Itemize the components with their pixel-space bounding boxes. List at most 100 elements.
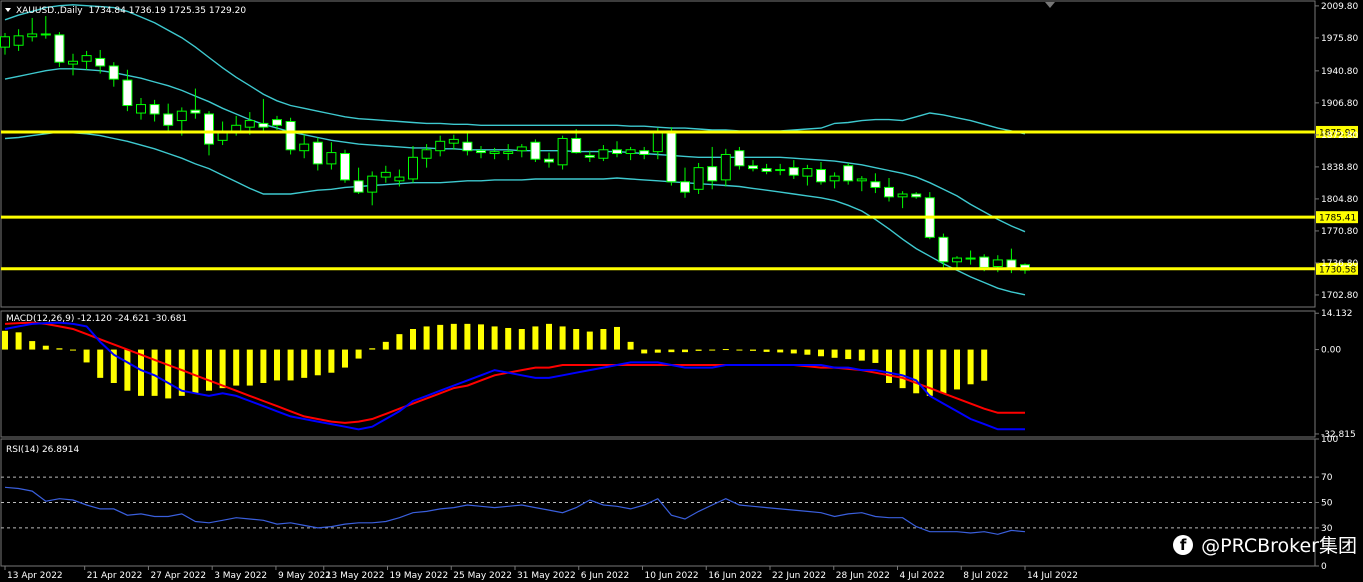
candle <box>557 135 568 170</box>
price-tick-label: 1940.80 <box>1321 67 1358 77</box>
symbol-label: XAUUSD.,Daily <box>16 6 83 16</box>
macd-histogram-bar <box>614 326 620 350</box>
macd-histogram-bar <box>709 349 716 351</box>
candle <box>816 162 826 185</box>
candle-body <box>938 236 949 263</box>
candle-body <box>911 193 922 198</box>
macd-histogram-bar <box>206 349 212 391</box>
macd-histogram-bar <box>559 326 566 350</box>
candle <box>462 132 473 156</box>
watermark-text: @PRCBroker集团 <box>1201 535 1357 557</box>
candle-body <box>27 33 38 38</box>
candle-body <box>149 104 160 115</box>
candle <box>340 149 350 183</box>
macd-histogram-bar <box>97 349 104 378</box>
candle <box>312 137 323 171</box>
candle-body <box>122 79 133 107</box>
candle <box>503 144 514 161</box>
candle-body <box>992 259 1003 268</box>
candle <box>843 162 854 185</box>
time-tick-label: 9 May 2022 <box>278 571 331 581</box>
macd-histogram-bar <box>573 329 580 350</box>
macd-histogram-bar <box>70 349 76 351</box>
ohlc-values: 1734.84 1736.19 1725.35 1729.20 <box>89 6 247 16</box>
candle <box>258 98 269 132</box>
macd-histogram-bar <box>586 331 593 350</box>
candle <box>952 256 962 268</box>
macd-histogram-bar <box>695 349 702 351</box>
macd-histogram-bar <box>532 326 539 350</box>
candle <box>965 250 976 265</box>
rsi-series-line <box>4 486 1026 535</box>
chart-shift-triangle-icon[interactable] <box>1045 2 1055 8</box>
candle <box>448 134 459 150</box>
macd-histogram-bar <box>913 349 920 394</box>
macd-histogram-bar <box>831 349 838 358</box>
macd-axis: 14.1320.00-32.815 <box>1315 309 1356 440</box>
candle-body <box>0 36 10 48</box>
candle <box>299 134 310 159</box>
candle <box>27 17 38 42</box>
candle-body <box>802 168 813 177</box>
candle-body <box>856 178 867 182</box>
macd-label: MACD(12,26,9) -12.120 -24.621 -30.681 <box>6 314 187 324</box>
macd-histogram-bar <box>736 349 743 351</box>
candle <box>285 117 296 155</box>
candle-body <box>285 121 296 151</box>
candle <box>544 152 554 168</box>
candle <box>190 88 201 119</box>
candle <box>897 191 908 209</box>
time-tick-label: 3 May 2022 <box>214 571 267 581</box>
candle-body <box>625 149 636 155</box>
time-tick-label: 4 Jul 2022 <box>900 571 945 581</box>
macd-histogram-bar <box>382 341 389 350</box>
chart-menu-triangle-icon[interactable] <box>5 8 11 12</box>
candle <box>761 163 772 175</box>
candle-body <box>81 55 92 62</box>
macd-histogram-bar <box>981 349 988 381</box>
candle <box>584 150 595 163</box>
candle <box>408 145 418 183</box>
macd-histogram-bar <box>328 349 335 373</box>
candle-body <box>136 104 146 114</box>
price-panel: 1875.921785.411730.58 2009.80 1975.80 1940… <box>0 0 1358 308</box>
candle-body <box>897 193 908 198</box>
candle <box>149 99 160 122</box>
candle <box>0 33 10 55</box>
candle-body <box>163 113 174 126</box>
candle <box>707 146 718 190</box>
macd-histogram-bar <box>750 349 756 351</box>
candle-body <box>503 151 514 155</box>
rsi-line <box>4 486 1026 535</box>
candle-body <box>884 186 894 198</box>
candle <box>476 145 486 159</box>
candle-body <box>571 137 582 154</box>
candle <box>639 146 650 160</box>
candle <box>530 139 541 163</box>
macd-histogram <box>2 323 988 399</box>
candle <box>68 53 78 76</box>
price-tick-label: 1804.80 <box>1321 195 1358 205</box>
candle-body <box>421 149 432 159</box>
macd-histogram-bar <box>342 349 348 368</box>
macd-signal-line <box>4 321 1025 424</box>
macd-histogram-bar <box>899 349 906 389</box>
candle-body <box>612 149 622 155</box>
horizontal-level-label: 1785.41 <box>1319 214 1356 224</box>
rsi-tick-label: 70 <box>1321 473 1333 483</box>
candle-body <box>40 33 51 36</box>
time-tick-label: 6 Jun 2022 <box>581 571 629 581</box>
time-tick-label: 13 May 2022 <box>326 571 385 581</box>
time-tick-label: 31 May 2022 <box>517 571 576 581</box>
rsi-label: RSI(14) 26.8914 <box>6 445 79 455</box>
macd-histogram-bar <box>219 349 226 389</box>
price-tick-label: 1872.80 <box>1321 131 1358 141</box>
candle-body <box>489 151 500 155</box>
candle <box>680 167 690 198</box>
candle <box>775 163 786 176</box>
candle-body <box>435 140 446 152</box>
candle-body <box>244 120 255 128</box>
candle-body <box>829 175 840 182</box>
candle-body <box>516 146 527 152</box>
macd-histogram-bar <box>627 341 634 350</box>
